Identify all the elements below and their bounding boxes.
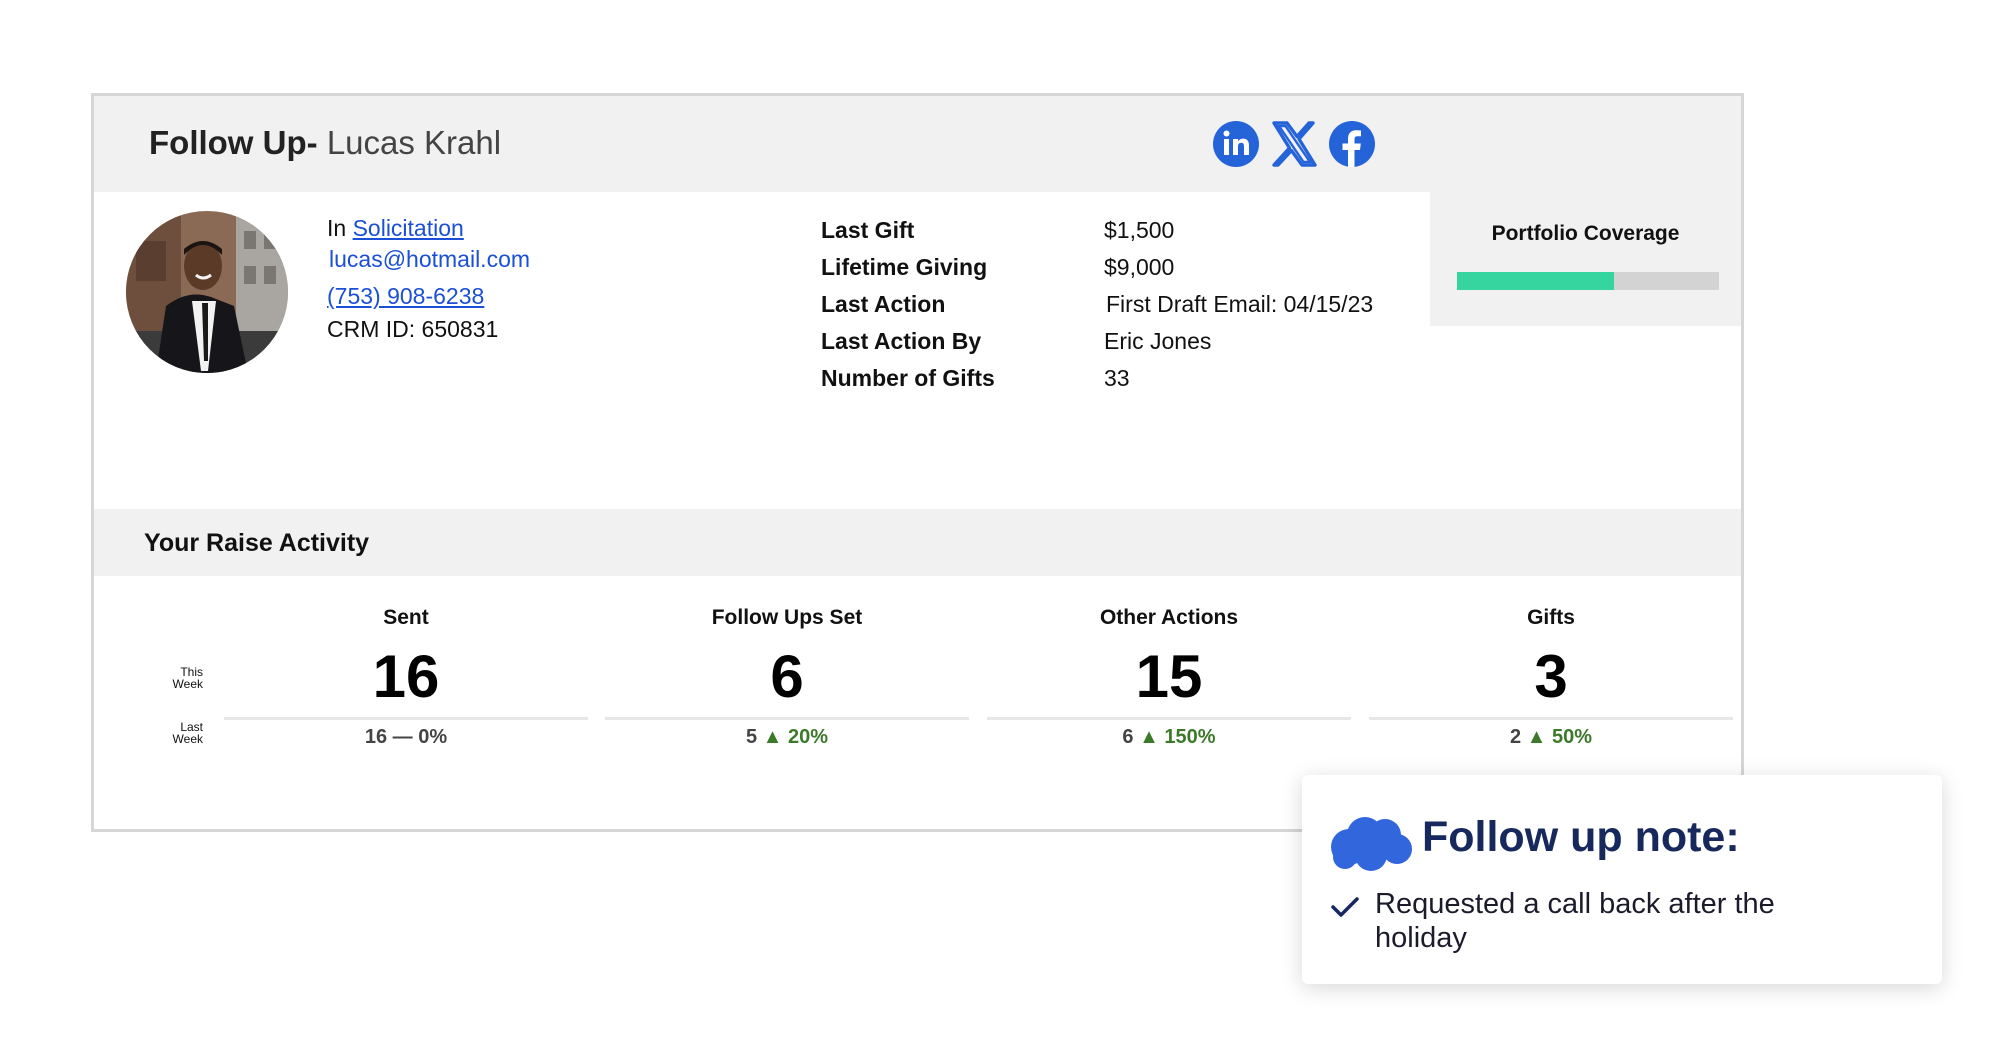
detail-label: Lifetime Giving <box>821 254 988 280</box>
this-week-label: This Week <box>172 665 203 691</box>
title-prefix: Follow Up- <box>149 124 318 161</box>
detail-value: Eric Jones <box>1104 328 1212 354</box>
follow-up-note: Follow up note: Requested a call back af… <box>1302 775 1942 984</box>
last-week-label: Last Week <box>172 720 203 746</box>
coverage-label: Portfolio Coverage <box>1491 222 1680 245</box>
detail-label: Last Action <box>821 291 946 317</box>
coverage-bar <box>1457 272 1719 290</box>
follow-up-card: Follow Up- Lucas Krahl Portfolio Coverag… <box>91 93 1744 832</box>
detail-value: First Draft Email: 04/15/23 <box>1106 291 1374 317</box>
stat-divider <box>987 717 1351 720</box>
stat-last-value: 6 <box>1122 726 1134 748</box>
detail-value: 33 <box>1104 365 1130 391</box>
note-item: Requested a call back after the holiday <box>1375 888 1775 954</box>
stat-value: 15 <box>1135 643 1203 710</box>
stage-link[interactable]: Solicitation <box>353 215 464 241</box>
stat-last-week: 6 ▲ 150% <box>987 726 1351 749</box>
note-title: Follow up note: <box>1422 813 1740 861</box>
stat-last-value: 5 <box>745 726 758 748</box>
stage-line: In Solicitation <box>327 217 464 240</box>
raise-activity-header: Your Raise Activity <box>94 509 1741 576</box>
stat-sent: Sent 16 16 — 0% <box>224 606 588 749</box>
stat-value: 6 <box>770 643 804 710</box>
detail-label: Number of Gifts <box>821 365 995 391</box>
stat-divider <box>605 717 969 720</box>
stat-value: 3 <box>1534 643 1568 710</box>
social-links <box>1212 120 1376 168</box>
stat-other-actions: Other Actions 15 6 ▲ 150% <box>987 606 1351 749</box>
stat-divider <box>1369 717 1733 720</box>
detail-label: Last Gift <box>821 217 915 243</box>
stat-last-week: 5 ▲ 20% <box>605 726 969 749</box>
stat-gifts: Gifts 3 2 ▲ 50% <box>1369 606 1733 749</box>
x-icon[interactable] <box>1270 120 1318 168</box>
stat-value: 16 <box>372 643 440 710</box>
avatar <box>126 211 288 373</box>
detail-value: $9,000 <box>1104 254 1175 280</box>
detail-value: $1,500 <box>1104 217 1175 243</box>
linkedin-icon[interactable] <box>1212 120 1260 168</box>
stat-last-value: 2 <box>1509 726 1522 748</box>
page-title: Follow Up- Lucas Krahl <box>149 124 501 162</box>
stat-last-value: 16 <box>364 726 388 748</box>
detail-label: Last Action By <box>821 328 982 354</box>
stat-follow-ups-set: Follow Ups Set 6 5 ▲ 20% <box>605 606 969 749</box>
stat-label: Sent <box>383 606 429 629</box>
stat-label: Follow Ups Set <box>711 606 863 629</box>
stat-divider <box>224 717 588 720</box>
phone-link[interactable]: (753) 908-6238 <box>327 285 484 308</box>
card-header: Follow Up- Lucas Krahl <box>94 96 1741 192</box>
stat-change: ▲ 50% <box>1526 726 1593 748</box>
stat-change: — 0% <box>392 726 448 748</box>
raise-activity-title: Your Raise Activity <box>144 529 370 557</box>
crm-id: CRM ID: 650831 <box>327 316 499 342</box>
portfolio-coverage: Portfolio Coverage <box>1430 192 1741 326</box>
stat-label: Other Actions <box>1099 606 1239 629</box>
stat-label: Gifts <box>1527 606 1575 629</box>
contact-name: Lucas Krahl <box>326 124 502 161</box>
stat-last-week: 16 — 0% <box>224 726 588 749</box>
facebook-icon[interactable] <box>1328 120 1376 168</box>
email-link[interactable]: lucas@hotmail.com <box>329 248 530 271</box>
salesforce-cloud-icon <box>1327 815 1413 878</box>
checkmark-icon <box>1330 895 1360 924</box>
coverage-bar-fill <box>1457 272 1615 290</box>
stat-change: ▲ 150% <box>1139 726 1216 748</box>
stage-prefix: In <box>327 215 347 241</box>
stat-last-week: 2 ▲ 50% <box>1369 726 1733 749</box>
stat-change: ▲ 20% <box>762 726 829 748</box>
